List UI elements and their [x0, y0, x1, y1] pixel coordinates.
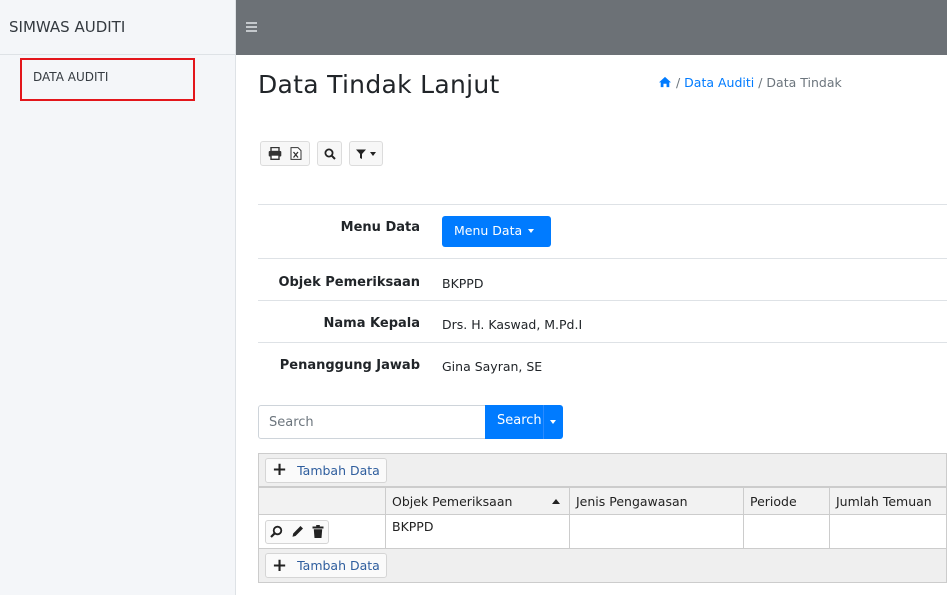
- cell-jenis-pengawasan: [569, 514, 744, 549]
- delete-trash-icon[interactable]: [312, 525, 324, 538]
- breadcrumb-link-data-auditi[interactable]: Data Auditi: [684, 75, 754, 90]
- menu-data-label: Menu Data: [340, 220, 420, 235]
- page-title: Data Tindak Lanjut: [258, 70, 500, 99]
- grid-top-toolbar: + Tambah Data: [258, 453, 947, 487]
- search-button-label: Search: [497, 413, 542, 428]
- add-data-label: Tambah Data: [297, 558, 380, 573]
- search-toggle-button[interactable]: [317, 141, 342, 166]
- penanggung-jawab-label: Penanggung Jawab: [279, 358, 420, 373]
- divider: [258, 342, 947, 343]
- column-header-label: Objek Pemeriksaan: [392, 493, 513, 509]
- brand-title[interactable]: SIMWAS AUDITI: [0, 0, 235, 55]
- row-actions-cell: [258, 514, 386, 549]
- search-input[interactable]: [258, 405, 486, 439]
- home-icon[interactable]: [658, 76, 672, 88]
- column-header-actions: [258, 487, 386, 515]
- table-row: BKPPD: [258, 514, 947, 549]
- column-header-jenis-pengawasan[interactable]: Jenis Pengawasan: [569, 487, 744, 515]
- search-icon: [324, 148, 336, 160]
- column-header-objek-pemeriksaan[interactable]: Objek Pemeriksaan: [385, 487, 570, 515]
- menu-data-button[interactable]: Menu Data: [442, 216, 551, 247]
- sort-ascending-icon: [552, 498, 561, 504]
- table-header-row: Objek Pemeriksaan Jenis Pengawasan Perio…: [258, 487, 947, 515]
- plus-icon: +: [272, 459, 288, 480]
- search-dropdown-caret-icon[interactable]: [550, 420, 556, 424]
- plus-icon: +: [272, 554, 288, 576]
- export-toolbar: [260, 141, 383, 166]
- grid-bottom-toolbar: + Tambah Data: [258, 549, 947, 583]
- divider: [258, 258, 947, 259]
- cell-periode: [743, 514, 830, 549]
- sidebar: SIMWAS AUDITI DATA AUDITI: [0, 0, 236, 595]
- search-button[interactable]: Search: [485, 405, 563, 439]
- hamburger-menu-icon[interactable]: [246, 22, 257, 34]
- breadcrumb-separator: /: [675, 75, 685, 90]
- cell-objek-pemeriksaan: BKPPD: [385, 514, 570, 549]
- view-icon[interactable]: [270, 525, 283, 538]
- filter-button[interactable]: [349, 141, 383, 166]
- export-group: [260, 141, 310, 166]
- penanggung-jawab-value: Gina Sayran, SE: [442, 359, 543, 374]
- cell-jumlah-temuan: [829, 514, 947, 549]
- breadcrumb: / Data Auditi / Data Tindak: [658, 75, 842, 90]
- nama-kepala-label: Nama Kepala: [323, 316, 420, 331]
- top-navbar: [236, 0, 947, 55]
- column-header-jumlah-temuan[interactable]: Jumlah Temuan: [829, 487, 947, 515]
- button-separator: [543, 405, 544, 439]
- chevron-down-icon: [370, 151, 376, 156]
- menu-data-button-label: Menu Data: [454, 223, 523, 238]
- column-header-periode[interactable]: Periode: [743, 487, 830, 515]
- filter-icon: [356, 149, 366, 159]
- divider: [258, 204, 947, 205]
- excel-icon[interactable]: [290, 147, 302, 160]
- divider: [258, 300, 947, 301]
- nama-kepala-value: Drs. H. Kaswad, M.Pd.I: [442, 317, 583, 332]
- sidebar-item-data-auditi[interactable]: DATA AUDITI: [20, 58, 195, 101]
- add-data-button[interactable]: + Tambah Data: [265, 457, 387, 483]
- data-grid: + Tambah Data Objek Pemeriksaan Jenis Pe…: [258, 453, 947, 583]
- add-data-button-bottom[interactable]: + Tambah Data: [265, 553, 387, 578]
- print-icon[interactable]: [268, 147, 282, 160]
- breadcrumb-current: Data Tindak: [766, 75, 842, 90]
- edit-pencil-icon[interactable]: [291, 525, 304, 538]
- objek-pemeriksaan-value: BKPPD: [442, 276, 484, 291]
- data-table: Objek Pemeriksaan Jenis Pengawasan Perio…: [258, 487, 947, 549]
- caret-down-icon: [528, 229, 535, 233]
- add-data-label: Tambah Data: [297, 462, 380, 478]
- row-action-group: [265, 519, 329, 544]
- objek-pemeriksaan-label: Objek Pemeriksaan: [278, 275, 420, 290]
- main-content: Data Tindak Lanjut / Data Auditi / Data …: [236, 55, 947, 595]
